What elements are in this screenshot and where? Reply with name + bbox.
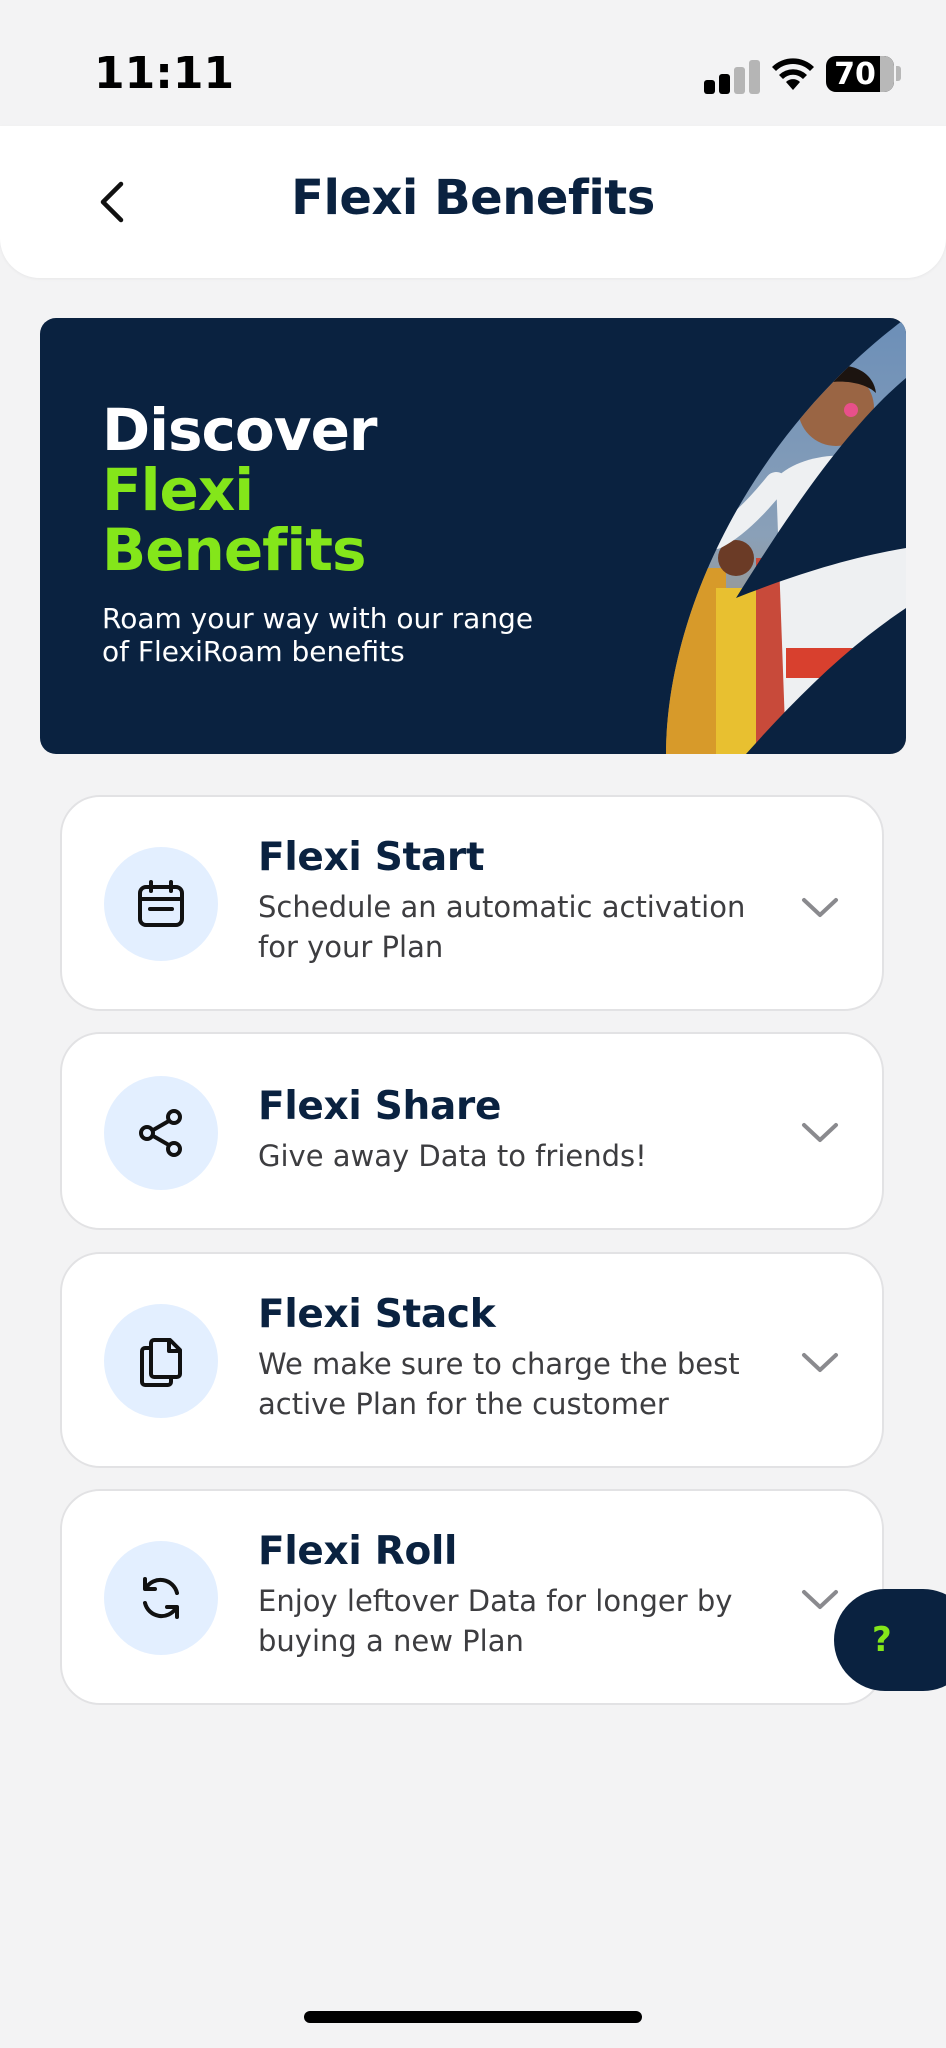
benefit-card-flexi-start[interactable]: Flexi Start Schedule an automatic activa… [60,795,884,1011]
benefit-description: Enjoy leftover Data for longer by buying… [258,1584,733,1658]
hero-title-line3: Benefits [102,516,367,584]
expand-button[interactable] [798,1585,842,1615]
benefit-description: We make sure to charge the best active P… [258,1347,740,1421]
help-icon: ? [872,1620,892,1660]
wifi-icon [772,58,814,90]
top-header: Flexi Benefits [0,126,946,278]
cellular-signal-icon [704,60,764,94]
benefit-description: Give away Data to friends! [258,1139,647,1173]
benefit-card-flexi-roll[interactable]: Flexi Roll Enjoy leftover Data for longe… [60,1489,884,1705]
chevron-down-icon [802,898,838,917]
chevron-down-icon [802,1353,838,1372]
benefit-card-flexi-stack[interactable]: Flexi Stack We make sure to charge the b… [60,1252,884,1468]
status-time: 11:11 [94,48,235,99]
copy-documents-icon-badge [104,1304,218,1418]
benefit-description: Schedule an automatic activation for you… [258,890,746,964]
battery-cap [896,66,901,81]
hero-title-line1: Discover [102,396,378,464]
benefit-title: Flexi Start [258,835,485,880]
battery-level: 70 [834,56,876,92]
calendar-icon-badge [104,847,218,961]
chevron-down-icon [802,1590,838,1609]
benefit-card-flexi-share[interactable]: Flexi Share Give away Data to friends! [60,1032,884,1230]
benefit-title: Flexi Roll [258,1529,458,1574]
battery-icon: 70 [826,56,894,92]
chevron-down-icon [802,1123,838,1142]
expand-button[interactable] [798,1118,842,1148]
share-icon-badge [104,1076,218,1190]
status-bar: 11:11 70 [0,0,946,126]
share-icon [139,1109,182,1157]
hero-banner: Discover Flexi Benefits Roam your way wi… [40,318,906,754]
refresh-icon [143,1577,179,1619]
benefit-title: Flexi Share [258,1084,502,1129]
hero-title: Discover Flexi Benefits [102,396,378,584]
home-indicator[interactable] [304,2011,642,2023]
calendar-icon [138,880,184,927]
hero-subtitle: Roam your way with our range of FlexiRoa… [102,602,534,668]
hero-title-line2: Flexi [102,456,254,524]
refresh-icon-badge [104,1541,218,1655]
hero-photo [666,318,906,754]
page-title: Flexi Benefits [291,170,655,226]
expand-button[interactable] [798,893,842,923]
help-button[interactable]: ? [834,1589,946,1691]
expand-button[interactable] [798,1348,842,1378]
copy-documents-icon [140,1338,182,1387]
benefit-title: Flexi Stack [258,1292,496,1337]
